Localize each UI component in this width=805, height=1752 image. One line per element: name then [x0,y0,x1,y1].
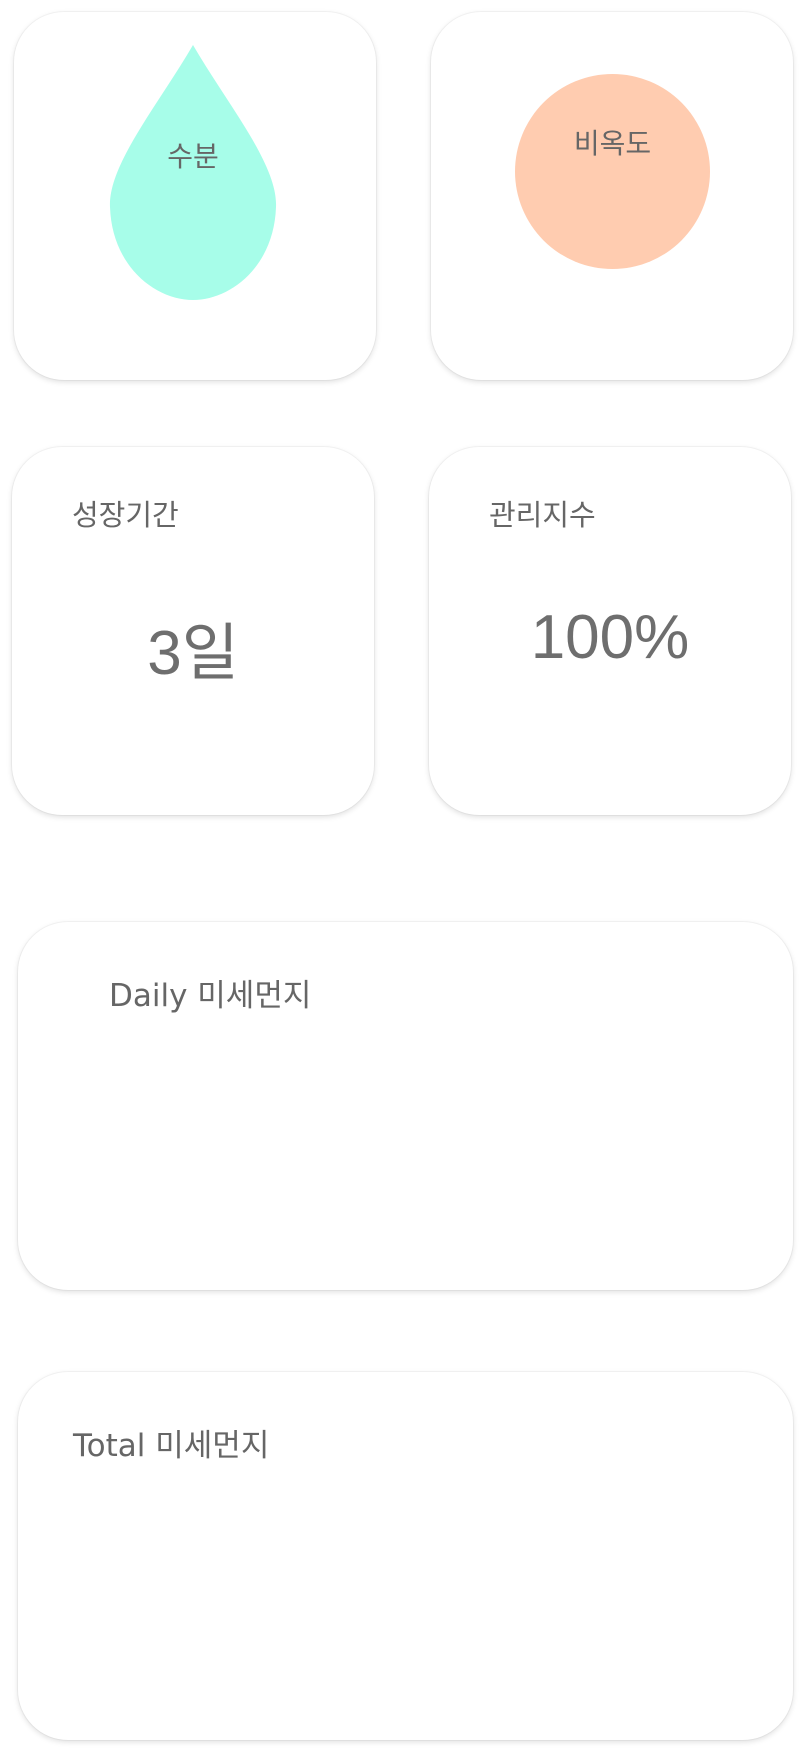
water-card: 수분 [14,12,376,380]
fertility-label: 비옥도 [573,127,652,160]
fertility-circle-icon: 비옥도 [515,74,710,269]
daily-dust-title: Daily 미세먼지 [109,978,312,1014]
growth-period-title: 성장기간 [72,498,179,532]
water-label: 수분 [167,140,219,173]
growth-period-value: 3일 [147,619,239,688]
total-dust-title: Total 미세먼지 [73,1428,270,1464]
daily-dust-chart-area [58,1032,753,1250]
care-index-title: 관리지수 [489,498,596,532]
total-dust-chart-area [58,1482,753,1700]
growth-period-card: 성장기간 3일 [12,447,374,815]
care-index-value: 100% [530,603,690,672]
water-drop-icon: 수분 [108,45,278,313]
daily-dust-card: Daily 미세먼지 [18,922,793,1290]
total-dust-card: Total 미세먼지 [18,1372,793,1740]
fertility-card: 비옥도 [431,12,793,380]
care-index-card: 관리지수 100% [429,447,791,815]
